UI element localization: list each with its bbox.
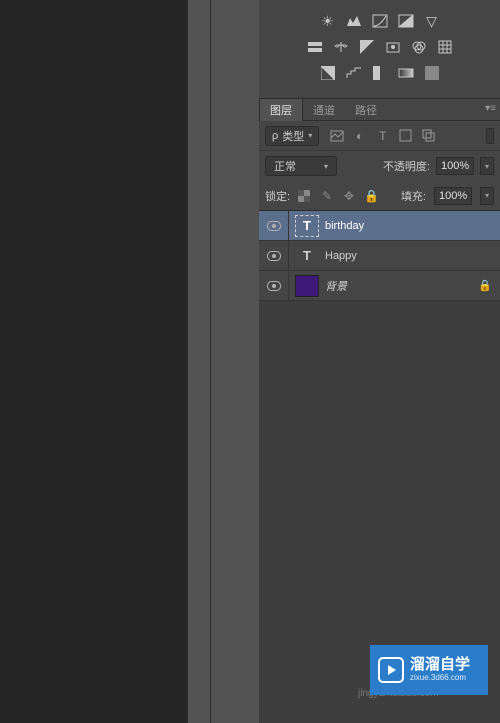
invert-icon[interactable] [319, 64, 337, 82]
fill-chevron-icon[interactable]: ▾ [480, 187, 494, 205]
layer-row[interactable]: T Happy [259, 241, 500, 271]
bw-icon[interactable] [358, 38, 376, 56]
layer-name[interactable]: Happy [325, 250, 500, 262]
levels-icon[interactable] [345, 12, 363, 30]
selective-color-icon[interactable] [423, 64, 441, 82]
visibility-toggle-icon[interactable] [267, 221, 281, 231]
tab-layers[interactable]: 图层 [259, 98, 303, 121]
filter-smart-icon[interactable] [421, 128, 436, 143]
filter-kind-label: 类型 [282, 128, 304, 144]
filter-pixel-icon[interactable] [329, 128, 344, 143]
blend-row: 正常 ▾ 不透明度: 100% ▾ [259, 151, 500, 181]
lock-all-icon[interactable]: 🔒 [364, 189, 378, 203]
filter-toggle[interactable] [486, 128, 494, 144]
canvas-scrollbar[interactable] [187, 0, 211, 723]
panel-menu-icon[interactable]: ▾≡ [485, 103, 496, 114]
lookup-icon[interactable] [436, 38, 454, 56]
photo-filter-icon[interactable] [384, 38, 402, 56]
hue-icon[interactable] [306, 38, 324, 56]
adjustments-panel: ☀ ▽ [259, 0, 500, 99]
fill-label: 填充: [401, 188, 426, 204]
layer-thumbnail-text-icon: T [295, 245, 319, 267]
lock-pixels-icon[interactable]: ✎ [320, 189, 334, 203]
layer-name[interactable]: birthday [325, 220, 500, 232]
layer-row[interactable]: T birthday [259, 211, 500, 241]
panel-divider [211, 0, 259, 723]
lock-icon: 🔒 [478, 279, 492, 292]
lock-label: 锁定: [265, 188, 290, 204]
panel-tabs: 图层 通道 路径 ▾≡ [259, 99, 500, 121]
vibrance-icon[interactable]: ▽ [423, 12, 441, 30]
opacity-chevron-icon[interactable]: ▾ [480, 157, 494, 175]
logo-badge: 溜溜自学 zixue.3d66.com [370, 645, 488, 695]
filter-adjust-icon[interactable]: ◐ [352, 128, 367, 143]
logo-sub-text: zixue.3d66.com [410, 674, 470, 683]
gradient-map-icon[interactable] [397, 64, 415, 82]
tab-channels[interactable]: 通道 [303, 99, 345, 121]
curves-icon[interactable] [371, 12, 389, 30]
visibility-toggle-icon[interactable] [267, 251, 281, 261]
layer-thumbnail-swatch [295, 275, 319, 297]
logo-main-text: 溜溜自学 [410, 657, 470, 674]
play-icon [378, 657, 404, 683]
lock-row: 锁定: ✎ ✥ 🔒 填充: 100% ▾ [259, 181, 500, 211]
canvas-area [0, 0, 187, 723]
panels-container: ☀ ▽ 图层 通道 路径 ▾≡ ρ [259, 0, 500, 723]
layer-thumbnail-text-icon: T [295, 215, 319, 237]
fill-input[interactable]: 100% [434, 187, 472, 205]
balance-icon[interactable] [332, 38, 350, 56]
chevron-down-icon: ▾ [308, 131, 312, 140]
posterize-icon[interactable] [345, 64, 363, 82]
lock-position-icon[interactable]: ✥ [342, 189, 356, 203]
filter-kind-select[interactable]: ρ 类型 ▾ [265, 126, 319, 146]
visibility-toggle-icon[interactable] [267, 281, 281, 291]
channel-mixer-icon[interactable] [410, 38, 428, 56]
brightness-icon[interactable]: ☀ [319, 12, 337, 30]
opacity-label: 不透明度: [383, 158, 430, 174]
opacity-input[interactable]: 100% [436, 157, 474, 175]
layer-filter-row: ρ 类型 ▾ ◐ T [259, 121, 500, 151]
lock-transparent-icon[interactable] [298, 190, 312, 202]
exposure-icon[interactable] [397, 12, 415, 30]
blend-mode-select[interactable]: 正常 ▾ [265, 156, 337, 176]
filter-text-icon[interactable]: T [375, 128, 390, 143]
threshold-icon[interactable] [371, 64, 389, 82]
filter-shape-icon[interactable] [398, 128, 413, 143]
layer-name[interactable]: 背景 [325, 278, 478, 294]
tab-paths[interactable]: 路径 [345, 99, 387, 121]
blend-mode-value: 正常 [274, 158, 296, 174]
layer-row[interactable]: 背景 🔒 [259, 271, 500, 301]
chevron-down-icon: ▾ [324, 162, 328, 171]
search-icon: ρ [272, 130, 278, 142]
layers-panel: ρ 类型 ▾ ◐ T 正常 ▾ 不透明度: 100% ▾ 锁定: [259, 121, 500, 723]
